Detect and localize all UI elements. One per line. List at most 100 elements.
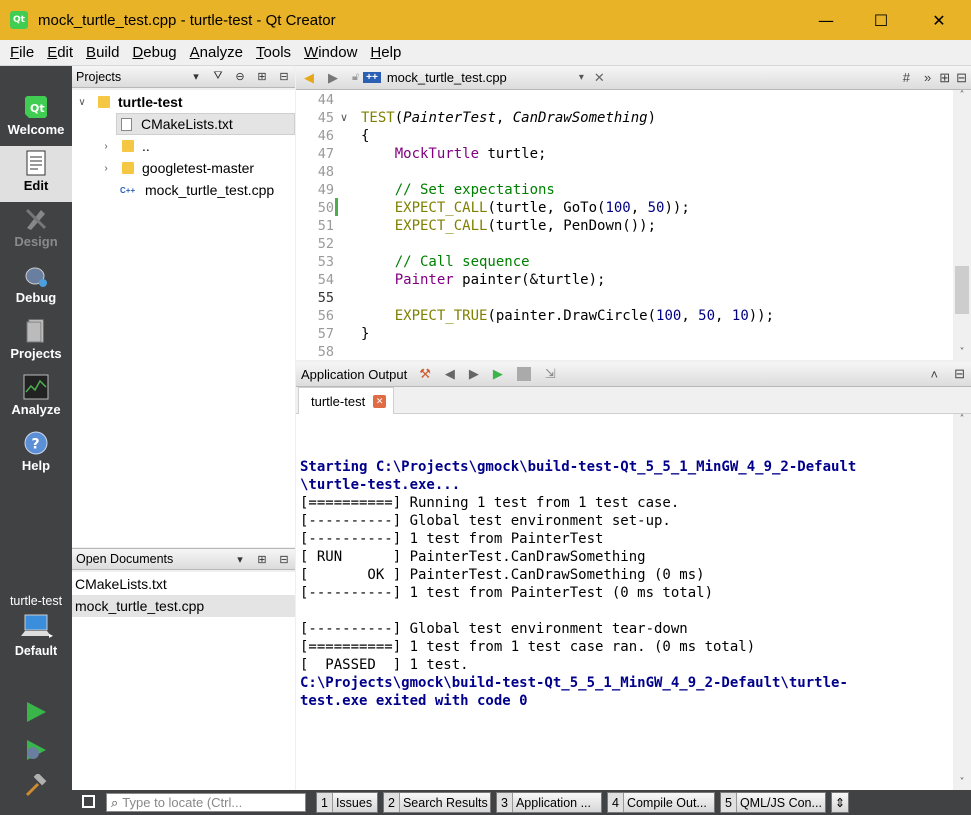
scroll-down-icon[interactable]: ˅ (953, 777, 971, 788)
attach-debugger-icon[interactable]: ⇲ (545, 366, 556, 382)
menu-edit[interactable]: Edit (47, 44, 73, 61)
close-pane-icon[interactable]: ⊟ (276, 69, 292, 85)
application-output-text[interactable]: Starting C:\Projects\gmock\build-test-Qt… (296, 414, 953, 790)
code-area[interactable]: TEST(PainterTest, CanDrawSomething){ Moc… (356, 90, 951, 360)
tree-item-cmakelists[interactable]: CMakeLists.txt (116, 113, 295, 135)
output-line: [----------] 1 test from PainterTest (300, 531, 604, 547)
file-icon (121, 117, 132, 131)
close-pane-icon[interactable]: ⊟ (956, 70, 967, 86)
output-line: [==========] Running 1 test from 1 test … (300, 495, 680, 511)
code-line[interactable]: } (361, 325, 369, 343)
scroll-up-icon[interactable]: ˄ (953, 90, 971, 108)
toggle-sidebar-icon[interactable] (82, 795, 95, 808)
prev-item-icon[interactable]: ◀ (445, 366, 455, 382)
open-document-item-selected[interactable]: mock_turtle_test.cpp (72, 595, 295, 617)
code-line[interactable]: EXPECT_CALL(turtle, GoTo(100, 50)); (361, 199, 690, 217)
tree-item-googletest[interactable]: › googletest-master (72, 157, 295, 179)
scroll-thumb[interactable] (955, 266, 969, 314)
pane-button-compile-output[interactable]: 4 Compile Out... (607, 792, 715, 813)
mode-projects[interactable]: Projects (0, 314, 72, 370)
tree-item-label: mock_turtle_test.cpp (145, 182, 275, 198)
scroll-down-icon[interactable]: ˅ (953, 347, 971, 358)
close-document-icon[interactable]: ✕ (594, 70, 605, 86)
open-document-item[interactable]: CMakeLists.txt (72, 573, 295, 595)
pane-button-issues[interactable]: 1 Issues (316, 792, 378, 813)
projects-view-select[interactable]: Projects (76, 70, 185, 84)
chevron-down-icon[interactable]: ▾ (188, 69, 204, 85)
close-button[interactable]: ✕ (910, 0, 968, 40)
chevron-down-icon[interactable]: ▾ (579, 72, 584, 83)
next-item-icon[interactable]: ▶ (469, 366, 479, 382)
more-panes-button[interactable]: ⇕ (831, 792, 849, 813)
close-pane-icon[interactable]: ⊟ (954, 366, 965, 382)
menu-debug[interactable]: Debug (132, 44, 176, 61)
split-icon[interactable]: ⊞ (939, 70, 950, 86)
mode-design[interactable]: Design (0, 202, 72, 258)
minimize-button[interactable]: — (797, 0, 855, 40)
mode-analyze[interactable]: Analyze (0, 370, 72, 426)
code-line[interactable]: { (361, 127, 369, 145)
forward-arrow-icon[interactable]: ▶ (328, 70, 338, 86)
code-line[interactable]: EXPECT_CALL(turtle, PenDown()); (361, 217, 656, 235)
tree-item-parent[interactable]: › .. (72, 135, 295, 157)
code-line[interactable]: // Set expectations (361, 181, 555, 199)
mode-debug[interactable]: Debug (0, 258, 72, 314)
chevron-right-icon[interactable]: › (100, 163, 112, 174)
fold-marker-icon[interactable]: ∨ (340, 109, 348, 127)
menu-window[interactable]: Window (304, 44, 357, 61)
build-button[interactable] (24, 772, 48, 798)
output-scrollbar[interactable]: ˄ ˅ (953, 414, 971, 790)
mode-design-label: Design (14, 234, 58, 249)
line-number: 50 (317, 200, 334, 216)
menu-analyze[interactable]: Analyze (190, 44, 243, 61)
editor-scrollbar[interactable]: ˄ ˅ (953, 90, 971, 360)
menu-help[interactable]: Help (370, 44, 401, 61)
maximize-button[interactable]: ☐ (852, 0, 910, 40)
code-line[interactable]: EXPECT_TRUE(painter.DrawCircle(100, 50, … (361, 307, 774, 325)
menu-file[interactable]: File (10, 44, 34, 61)
close-pane-icon[interactable]: ⊟ (276, 551, 292, 567)
mode-welcome[interactable]: Qt Welcome (0, 90, 72, 146)
chevron-down-icon[interactable]: ▾ (232, 551, 248, 567)
code-line[interactable]: Painter painter(&turtle); (361, 271, 606, 289)
split-icon[interactable]: ⊞ (254, 551, 270, 567)
open-file-select[interactable]: mock_turtle_test.cpp (387, 70, 579, 85)
split-icon[interactable]: ⊞ (254, 69, 270, 85)
more-icon[interactable]: » (924, 70, 931, 85)
open-documents-view-select[interactable]: Open Documents (76, 552, 229, 566)
menu-tools[interactable]: Tools (256, 44, 291, 61)
back-arrow-icon[interactable]: ◀ (304, 70, 314, 86)
kit-build-label: Default (14, 644, 58, 658)
chevron-down-icon[interactable]: ∨ (76, 97, 88, 108)
debug-run-button[interactable] (24, 738, 48, 762)
code-line[interactable]: TEST(PainterTest, CanDrawSomething) (361, 109, 656, 127)
pane-button-search-results[interactable]: 2 Search Results (383, 792, 491, 813)
clear-output-icon[interactable]: ⚒ (419, 366, 431, 382)
filter-icon[interactable]: ⛛ (210, 69, 226, 85)
rerun-icon[interactable]: ▶ (493, 366, 503, 382)
symbol-hash[interactable]: # (903, 70, 910, 85)
maximize-pane-icon[interactable]: ˄ (931, 367, 939, 382)
link-icon[interactable]: ⊖ (232, 69, 248, 85)
mode-help[interactable]: ? Help (0, 426, 72, 482)
kit-selector[interactable]: turtle-test ▸ Default (0, 594, 72, 658)
stop-icon[interactable] (516, 367, 531, 381)
chevron-right-icon[interactable]: › (100, 141, 112, 152)
pane-button-application-output[interactable]: 3 Application ... (496, 792, 602, 813)
output-line: test.exe exited with code 0 (300, 693, 528, 709)
scroll-up-icon[interactable]: ˄ (953, 414, 971, 432)
code-editor[interactable]: 44 45 ∨ 46 47 48 49 50 51 52 53 54 55 56 57 58 TEST(Pai… (296, 90, 971, 360)
run-button[interactable] (24, 700, 48, 724)
line-number: 54 (317, 272, 334, 288)
line-number: 55 (317, 290, 334, 306)
mode-edit[interactable]: Edit (0, 146, 72, 202)
output-tab-turtle-test[interactable]: turtle-test ✕ (298, 387, 394, 415)
code-line[interactable]: // Call sequence (361, 253, 530, 271)
tree-item-turtle-test[interactable]: ∨ turtle-test (72, 91, 295, 113)
tree-item-mock-turtle[interactable]: C++ mock_turtle_test.cpp (72, 179, 295, 201)
code-line[interactable]: MockTurtle turtle; (361, 145, 547, 163)
locator-input[interactable]: ⌕ Type to locate (Ctrl... (106, 793, 306, 812)
close-tab-icon[interactable]: ✕ (373, 395, 387, 408)
pane-button-qml-console[interactable]: 5 QML/JS Con... (720, 792, 826, 813)
menu-build[interactable]: Build (86, 44, 119, 61)
